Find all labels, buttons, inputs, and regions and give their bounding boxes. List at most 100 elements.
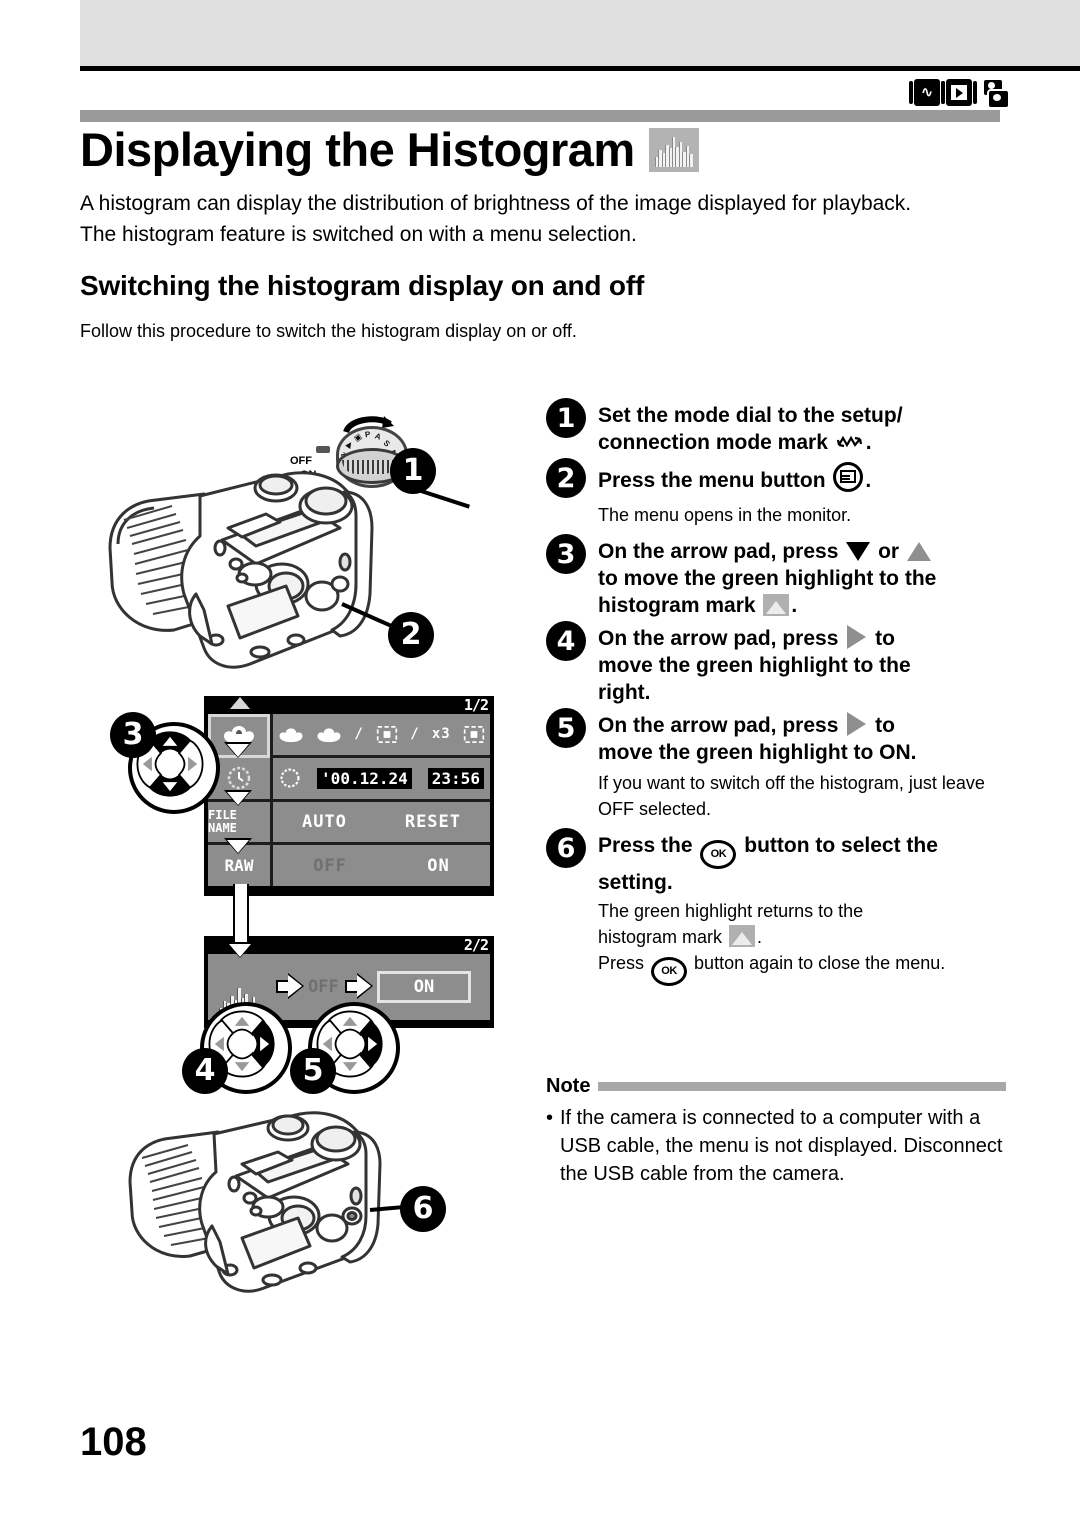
step-5-subtext: If you want to switch off the histogram,… bbox=[598, 773, 985, 819]
callout-3: 3 bbox=[110, 712, 156, 758]
histogram-icon bbox=[648, 127, 699, 172]
lcd-1-slash-2: / bbox=[410, 726, 420, 743]
setup-connection-mode-icon: ∿ bbox=[909, 79, 945, 106]
lcd-1-right-column: / / x3 '00.12.24 23:56 AUTO RESET OFF ON bbox=[273, 714, 490, 886]
callout-4: 4 bbox=[182, 1048, 228, 1094]
step-3-line1: On the arrow pad, press bbox=[598, 540, 839, 563]
playback-mode-icon bbox=[941, 79, 977, 106]
lcd-1-raw-off-value: OFF bbox=[313, 855, 347, 876]
lcd-1-row-3-values: AUTO RESET bbox=[273, 802, 490, 846]
step-6: 6 Press the OK button to select the sett… bbox=[546, 828, 1006, 896]
lcd-1-row-4-values: OFF ON bbox=[273, 845, 490, 886]
lcd-2-off-value: OFF bbox=[308, 977, 339, 997]
note-body: • If the camera is connected to a comput… bbox=[546, 1104, 1006, 1188]
step-5-text: On the arrow pad, press to move the gree… bbox=[598, 708, 917, 766]
right-arrow-icon bbox=[276, 973, 304, 999]
step-5-to: to bbox=[875, 714, 895, 737]
triangle-down-icon bbox=[846, 542, 871, 561]
step-6-line2: setting. bbox=[598, 871, 673, 894]
step-3-text: On the arrow pad, press or to move the g… bbox=[598, 540, 937, 617]
note-block: Note • If the camera is connected to a c… bbox=[546, 1075, 1006, 1188]
step-2-subtext: The menu opens in the monitor. bbox=[598, 505, 852, 525]
step-6-sub-line4: button again to close the menu. bbox=[694, 953, 946, 973]
step-number-1: 1 bbox=[546, 398, 586, 438]
note-text: If the camera is connected to a computer… bbox=[560, 1107, 1003, 1185]
step-5-line2: move the green highlight to ON. bbox=[598, 741, 917, 764]
mode-icon-group: ∿ bbox=[909, 78, 1010, 109]
note-header: Note bbox=[546, 1075, 1006, 1098]
step-number-5: 5 bbox=[546, 708, 586, 748]
step-number-3: 3 bbox=[546, 534, 586, 574]
down-arrow-long bbox=[226, 884, 257, 974]
step-3-line3: histogram mark bbox=[598, 594, 756, 617]
step-1-text: Set the mode dial to the setup/ connecti… bbox=[598, 404, 903, 454]
triangle-up-icon bbox=[906, 542, 931, 561]
histogram-mark-icon bbox=[729, 925, 756, 947]
histogram-mark-icon bbox=[763, 594, 790, 616]
step-number-6: 6 bbox=[546, 828, 586, 868]
header-rule bbox=[80, 66, 1080, 71]
step-2-line1: Press the menu button bbox=[598, 469, 826, 492]
lcd-1-slash-1: / bbox=[354, 726, 364, 743]
note-label: Note bbox=[546, 1075, 591, 1097]
step-5: 5 On the arrow pad, press to move the gr… bbox=[546, 708, 1006, 766]
triangle-right-icon bbox=[847, 712, 867, 736]
step-4-line2: move the green highlight to the bbox=[598, 654, 911, 677]
step-6-sub-line3: Press bbox=[598, 953, 645, 973]
step-5-line1: On the arrow pad, press bbox=[598, 714, 839, 737]
procedure-steps: 1 Set the mode dial to the setup/ connec… bbox=[546, 398, 1006, 996]
step-6-line1b: button to select the bbox=[744, 834, 938, 857]
page-title: Displaying the Histogram bbox=[80, 123, 635, 176]
step-4-text: On the arrow pad, press to move the gree… bbox=[598, 621, 911, 706]
page-number: 108 bbox=[80, 1420, 147, 1464]
illustration-column: ∿ ▶ ▣ P A S M OFF ON 1 bbox=[100, 390, 520, 1340]
step-2: 2 Press the menu button . bbox=[546, 458, 1006, 498]
spot-metering-icon bbox=[463, 725, 484, 743]
camera-illustration-top bbox=[100, 444, 430, 704]
spot-metering-icon bbox=[376, 725, 398, 743]
lcd-1-x3-label: x3 bbox=[431, 726, 451, 743]
callout-6: 6 bbox=[400, 1186, 446, 1232]
step-6-sub-line1: The green highlight returns to the bbox=[598, 901, 864, 921]
section-subheading: Switching the histogram display on and o… bbox=[80, 270, 645, 301]
title-grey-rule bbox=[80, 110, 1000, 122]
setup-mark-icon bbox=[836, 435, 862, 448]
right-arrow-icon bbox=[344, 973, 373, 999]
lcd-1-row-2-values: '00.12.24 23:56 bbox=[273, 758, 490, 802]
lcd-1-date-value: '00.12.24 bbox=[317, 767, 412, 789]
intro-paragraph: A histogram can display the distribution… bbox=[80, 192, 912, 246]
note-divider bbox=[598, 1082, 1006, 1091]
step-1-line2: connection mode mark bbox=[598, 431, 828, 454]
lcd-1-time-value: 23:56 bbox=[427, 767, 484, 789]
lcd-1-filename-label: FILE NAME bbox=[208, 807, 237, 835]
callout-1: 1 bbox=[390, 448, 436, 494]
step-6-line1: Press the bbox=[598, 834, 693, 857]
card-setup-mode-icon bbox=[978, 78, 1010, 109]
page-title-row: Displaying the Histogram bbox=[80, 126, 699, 173]
step-number-2: 2 bbox=[546, 458, 586, 498]
callout-2: 2 bbox=[388, 612, 434, 658]
step-number-4: 4 bbox=[546, 621, 586, 661]
step-4: 4 On the arrow pad, press to move the gr… bbox=[546, 621, 1006, 706]
callout-5: 5 bbox=[290, 1048, 336, 1094]
step-3-or: or bbox=[878, 540, 900, 563]
step-1: 1 Set the mode dial to the setup/ connec… bbox=[546, 398, 1006, 456]
lcd-1-reset-value: RESET bbox=[404, 811, 462, 832]
step-2-text: Press the menu button . bbox=[598, 458, 871, 494]
step-4-line3: right. bbox=[598, 681, 651, 704]
step-6-text: Press the OK button to select the settin… bbox=[598, 828, 938, 896]
lcd-1-raw-on-value: ON bbox=[427, 855, 450, 876]
step-3: 3 On the arrow pad, press or to move the… bbox=[546, 534, 1006, 619]
lcd-1-scroll-up-icon bbox=[230, 697, 250, 709]
macro-icon bbox=[279, 728, 303, 743]
note-bullet: • bbox=[546, 1107, 554, 1129]
clock-icon bbox=[227, 766, 251, 790]
step-3-line2: to move the green highlight to the bbox=[598, 567, 937, 590]
menu-button-icon bbox=[833, 462, 864, 492]
lcd-1-auto-value: AUTO bbox=[301, 811, 347, 832]
section-intro: Follow this procedure to switch the hist… bbox=[80, 321, 577, 341]
step-1-line1: Set the mode dial to the setup/ bbox=[598, 404, 903, 427]
macro-icon bbox=[317, 728, 341, 743]
step-6-subtext: The green highlight returns to the histo… bbox=[598, 898, 1006, 986]
lcd-1-row-1-values: / / x3 bbox=[273, 714, 490, 758]
